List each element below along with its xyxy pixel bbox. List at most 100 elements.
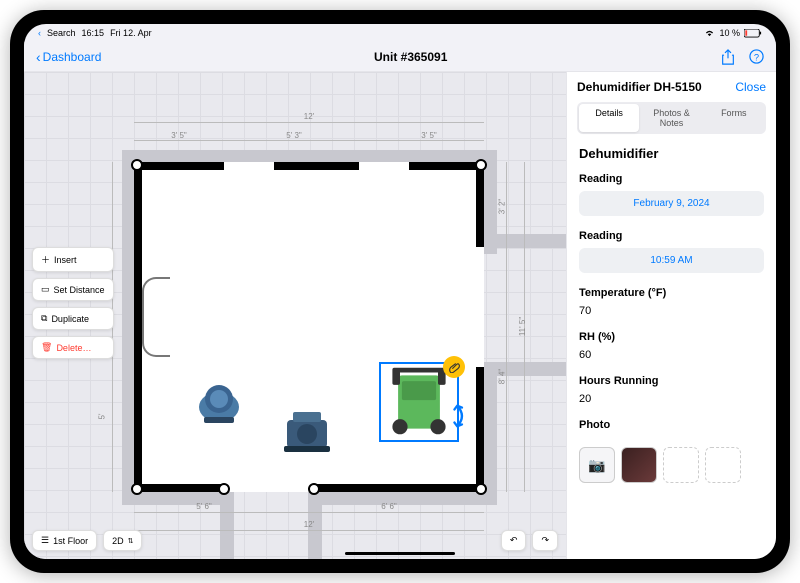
back-label: Dashboard (43, 50, 102, 64)
wall[interactable] (134, 484, 224, 492)
air-mover-1[interactable] (194, 377, 244, 427)
wall[interactable] (134, 162, 142, 492)
dim-line (134, 512, 484, 513)
svg-text:?: ? (753, 52, 758, 62)
dehumidifier-icon (381, 364, 457, 440)
air-mover-2[interactable] (279, 402, 334, 457)
set-distance-button[interactable]: ▭ Set Distance (32, 278, 114, 301)
share-icon (721, 49, 735, 65)
photo-empty-slot[interactable] (663, 447, 699, 483)
set-distance-label: Set Distance (54, 285, 105, 295)
corner-handle[interactable] (475, 483, 487, 495)
rh-label: RH (%) (579, 331, 764, 343)
add-photo-camera[interactable]: 📷 (579, 447, 615, 483)
wifi-icon (704, 29, 715, 37)
room (134, 162, 484, 492)
delete-button[interactable]: 🗑 Delete… (32, 336, 114, 359)
camera-icon: 📷 (588, 457, 605, 474)
photo-row: 📷 (567, 447, 776, 483)
trash-icon: 🗑 (41, 342, 52, 353)
insert-label: Insert (54, 255, 77, 265)
help-icon: ? (749, 49, 764, 64)
dim-bot-outer: 12' (134, 520, 484, 529)
status-back-label[interactable]: Search (47, 28, 76, 38)
floor-plan-canvas[interactable]: 12' 3' 5" 5' 3" 3' 5" 4' 5' 11' 5" 3' 2"… (24, 72, 566, 559)
attachment-badge[interactable] (443, 356, 465, 378)
photo-label: Photo (579, 419, 764, 431)
temperature-value[interactable]: 70 (579, 305, 764, 317)
insert-button[interactable]: ＋ Insert (32, 247, 114, 272)
section-title: Dehumidifier (567, 142, 776, 169)
mode-label: 2D (112, 536, 124, 546)
paperclip-icon (449, 362, 460, 373)
panel-title: Dehumidifier DH-5150 (577, 80, 702, 94)
share-button[interactable] (720, 49, 736, 65)
reading-time-label: Reading (579, 230, 764, 242)
dim-bot-a: 5' 6" (134, 502, 274, 511)
wall[interactable] (476, 367, 484, 492)
dim-top-outer: 12' (134, 112, 484, 121)
floor-selector[interactable]: ☰ 1st Floor (32, 530, 97, 551)
photo-thumbnail[interactable] (621, 447, 657, 483)
ruler-icon: ▭ (41, 284, 50, 295)
dim-right-a: 3' 2" (497, 199, 506, 215)
plus-icon: ＋ (41, 253, 50, 266)
dim-right-b: 8' 4" (497, 369, 506, 385)
reading-date-label: Reading (579, 173, 764, 185)
undo-button[interactable]: ↶ (501, 530, 527, 551)
air-mover-icon (279, 402, 334, 457)
tab-forms[interactable]: Forms (704, 104, 764, 132)
ipad-frame: ‹ Search 16:15 Fri 12. Apr 10 % ‹ Dashbo… (10, 10, 790, 573)
wall[interactable] (274, 162, 359, 170)
dim-top-b: 5' 3" (249, 131, 339, 140)
dim-top-c: 3' 5" (384, 131, 474, 140)
tab-photos-notes[interactable]: Photos & Notes (641, 104, 701, 132)
redo-button[interactable]: ↷ (532, 530, 558, 551)
back-button[interactable]: ‹ Dashboard (36, 49, 101, 65)
wall[interactable] (476, 162, 484, 247)
dim-top-a: 3' 5" (134, 131, 224, 140)
hours-value[interactable]: 20 (579, 393, 764, 405)
air-mover-icon (194, 377, 244, 427)
window-symbol[interactable] (142, 277, 170, 357)
bottom-toolbar: ☰ 1st Floor 2D⇅ ↶ ↷ (32, 530, 558, 551)
status-time: 16:15 (82, 28, 105, 38)
undo-icon: ↶ (510, 535, 518, 546)
tab-details[interactable]: Details (579, 104, 639, 132)
reading-date-field[interactable]: February 9, 2024 (579, 191, 764, 216)
dim-right-outer: 11' 5" (518, 317, 527, 336)
duplicate-icon: ⧉ (41, 313, 47, 324)
rh-value[interactable]: 60 (579, 349, 764, 361)
reading-time-field[interactable]: 10:59 AM (579, 248, 764, 273)
corner-handle[interactable] (131, 159, 143, 171)
dim-left-b: 5' (97, 414, 106, 420)
wall[interactable] (134, 162, 224, 170)
corner-handle[interactable] (218, 483, 230, 495)
layers-icon: ☰ (41, 535, 49, 546)
main-content: 12' 3' 5" 5' 3" 3' 5" 4' 5' 11' 5" 3' 2"… (24, 72, 776, 559)
corner-handle[interactable] (475, 159, 487, 171)
nav-bar: ‹ Dashboard Unit #365091 ? (24, 42, 776, 72)
dim-bot-b: 6' 6" (294, 502, 484, 511)
photo-empty-slot[interactable] (705, 447, 741, 483)
left-toolbar: ＋ Insert ▭ Set Distance ⧉ Duplicate 🗑 Delete… (32, 247, 114, 359)
view-mode-selector[interactable]: 2D⇅ (103, 530, 142, 551)
page-title: Unit #365091 (374, 50, 447, 64)
home-indicator[interactable] (345, 552, 455, 555)
dehumidifier-selected[interactable] (379, 362, 459, 442)
status-date: Fri 12. Apr (110, 28, 152, 38)
help-button[interactable]: ? (748, 49, 764, 65)
dim-line (134, 140, 484, 141)
temperature-label: Temperature (°F) (579, 287, 764, 299)
duplicate-label: Duplicate (51, 314, 89, 324)
floor-label: 1st Floor (53, 536, 88, 546)
corner-handle[interactable] (308, 483, 320, 495)
wall[interactable] (409, 162, 484, 170)
wall[interactable] (314, 484, 484, 492)
close-button[interactable]: Close (735, 80, 766, 94)
duplicate-button[interactable]: ⧉ Duplicate (32, 307, 114, 330)
corner-handle[interactable] (131, 483, 143, 495)
hours-label: Hours Running (579, 375, 764, 387)
rotate-handle[interactable] (453, 402, 469, 435)
delete-label: Delete… (56, 343, 91, 353)
